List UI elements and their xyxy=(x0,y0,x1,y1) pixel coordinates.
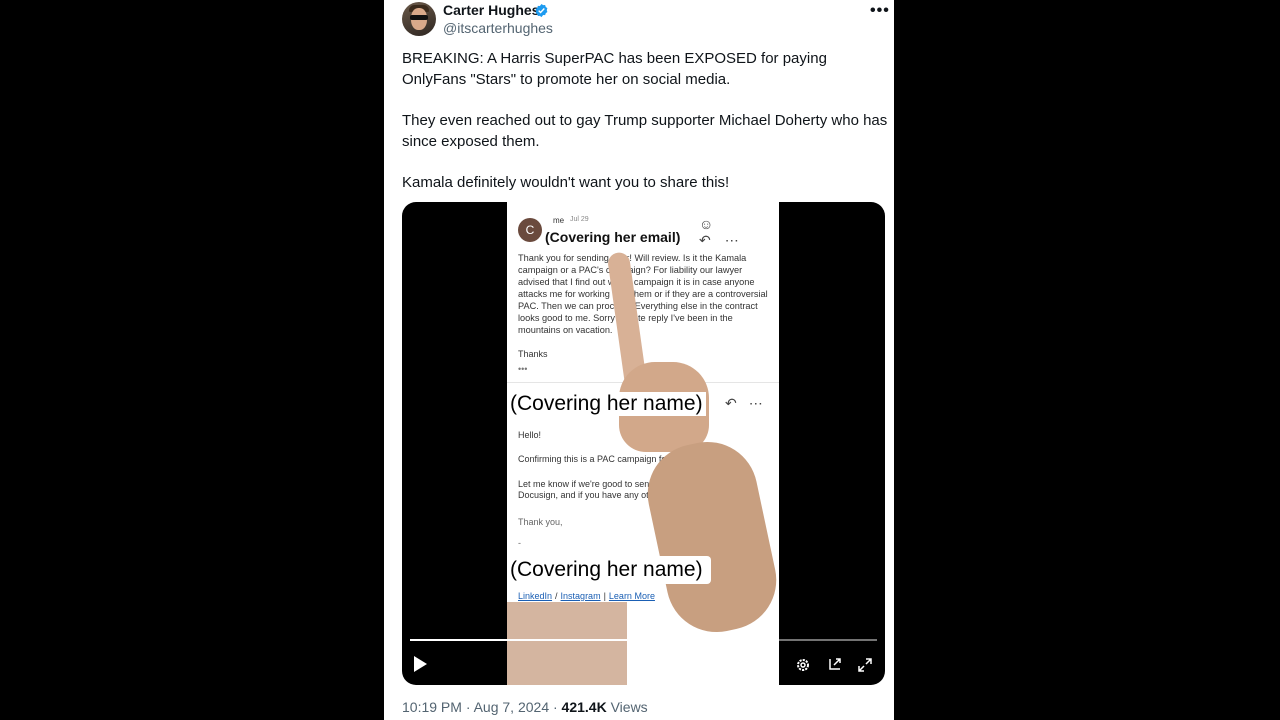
forearm xyxy=(638,432,779,642)
tweet-text: BREAKING: A Harris SuperPAC has been EXP… xyxy=(402,48,888,213)
email-date: Jul 29 xyxy=(570,216,589,223)
svg-text:CC: CC xyxy=(739,664,748,670)
settings-icon[interactable] xyxy=(795,657,811,673)
play-icon[interactable] xyxy=(414,656,427,672)
email-greeting: Hello! xyxy=(518,430,542,440)
fullscreen-icon[interactable] xyxy=(857,657,873,673)
video-progress-bar[interactable] xyxy=(410,639,877,641)
email-dash: - xyxy=(518,538,521,548)
tweet-paragraph: They even reached out to gay Trump suppo… xyxy=(402,112,888,150)
author-handle[interactable]: @itscarterhughes xyxy=(443,20,553,36)
learn-more-link: Learn More xyxy=(608,591,655,601)
more-icon: ⋯ xyxy=(724,232,753,248)
volume-icon[interactable] xyxy=(763,657,779,673)
email-actions: ☺↶⋯ xyxy=(699,216,779,249)
email-body: Thank you for sending over! Will review.… xyxy=(518,253,768,335)
tweet-paragraph: Kamala definitely wouldn't want you to s… xyxy=(402,174,730,191)
linkedin-link: LinkedIn xyxy=(518,591,553,601)
views-label: Views xyxy=(610,699,648,715)
sender-avatar: C xyxy=(518,218,542,242)
verified-badge-icon xyxy=(535,3,548,18)
pip-icon[interactable] xyxy=(827,657,843,673)
tweet-card: Carter Hughes @itscarterhughes ••• BREAK… xyxy=(384,0,894,720)
more-icon: ⋯ xyxy=(748,395,775,411)
tweet-paragraph: BREAKING: A Harris SuperPAC has been EXP… xyxy=(402,50,827,88)
video-frame: C me Jul 29 (Covering her email) ☺↶⋯ Tha… xyxy=(507,202,779,685)
email-actions: ↶⋯ xyxy=(725,395,775,412)
email-signoff: Thank you, xyxy=(518,517,563,527)
instagram-link: Instagram xyxy=(560,591,601,601)
author-avatar[interactable] xyxy=(402,2,436,36)
video-timecode: 0:43 / 1:17 xyxy=(664,657,732,673)
views-count: 421.4K xyxy=(561,699,607,715)
email-expand: ••• xyxy=(518,364,528,374)
shorts xyxy=(507,602,627,685)
email-sender: me xyxy=(553,216,565,225)
email-signoff: Thanks xyxy=(518,349,548,359)
reply-icon: ↶ xyxy=(725,395,749,411)
video-progress-fill xyxy=(410,639,672,641)
author-name[interactable]: Carter Hughes xyxy=(443,2,539,18)
captions-icon[interactable]: CC xyxy=(735,657,751,673)
reply-icon: ↶ xyxy=(699,232,725,248)
tweet-timestamp[interactable]: 10:19 PM · Aug 7, 2024 · xyxy=(402,699,558,715)
more-options-icon[interactable]: ••• xyxy=(870,2,890,20)
email-links: LinkedIn / Instagram | Learn More xyxy=(518,591,655,601)
emoji-icon: ☺ xyxy=(699,216,728,232)
cover-caption-name: (Covering her name) xyxy=(507,392,706,416)
tweet-metadata: 10:19 PM · Aug 7, 2024 · 421.4K Views xyxy=(402,699,648,715)
cover-caption-email: (Covering her email) xyxy=(545,229,681,245)
cover-caption-name: (Covering her name) xyxy=(507,556,711,584)
video-player[interactable]: C me Jul 29 (Covering her email) ☺↶⋯ Tha… xyxy=(402,202,885,685)
